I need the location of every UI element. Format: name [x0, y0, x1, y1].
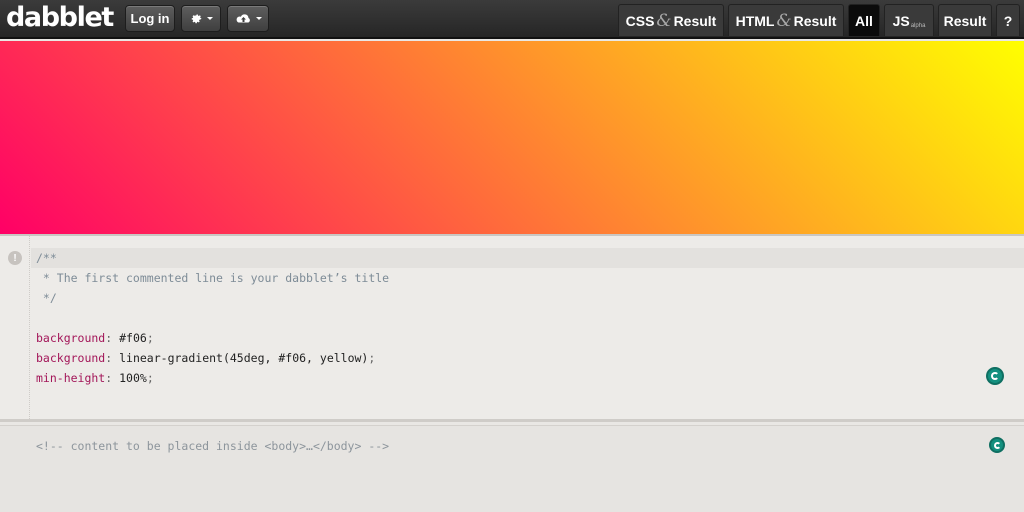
chevron-down-icon [255, 17, 262, 20]
cloud-upload-icon [236, 13, 250, 22]
gear-icon [191, 14, 202, 24]
code-line: /** [36, 251, 57, 265]
tab-css-result[interactable]: CSS & Result [618, 4, 724, 36]
code-line: */ [36, 291, 57, 305]
code-line: min-height: 100%; [36, 371, 154, 385]
code-line: * The first commented line is your dabbl… [36, 271, 390, 285]
top-toolbar: dabblet Log in CSS & Result HTML & Resul… [0, 0, 1024, 39]
save-cloud-button[interactable] [227, 5, 269, 32]
settings-button[interactable] [181, 5, 221, 32]
login-button[interactable]: Log in [125, 5, 175, 32]
tab-html-result[interactable]: HTML & Result [728, 4, 844, 36]
dabblet-logo[interactable]: dabblet [6, 2, 114, 33]
code-line: <!-- content to be placed inside <body>…… [36, 439, 390, 453]
result-preview [0, 41, 1024, 234]
help-button[interactable]: ? [996, 4, 1020, 36]
code-line: background: #f06; [36, 331, 154, 345]
grammarly-icon[interactable] [986, 367, 1004, 385]
code-line: background: linear-gradient(45deg, #f06,… [36, 351, 376, 365]
css-editor[interactable]: ! /** * The first commented line is your… [0, 234, 1024, 422]
tab-result[interactable]: Result [938, 4, 992, 36]
tab-js[interactable]: JS alpha [884, 4, 934, 36]
html-editor[interactable]: <!-- content to be placed inside <body>…… [0, 425, 1024, 512]
tab-all[interactable]: All [848, 4, 880, 36]
title-line-marker-icon[interactable]: ! [8, 251, 22, 265]
chevron-down-icon [206, 17, 213, 20]
active-line-highlight [31, 248, 1024, 268]
grammarly-icon[interactable] [989, 437, 1005, 453]
